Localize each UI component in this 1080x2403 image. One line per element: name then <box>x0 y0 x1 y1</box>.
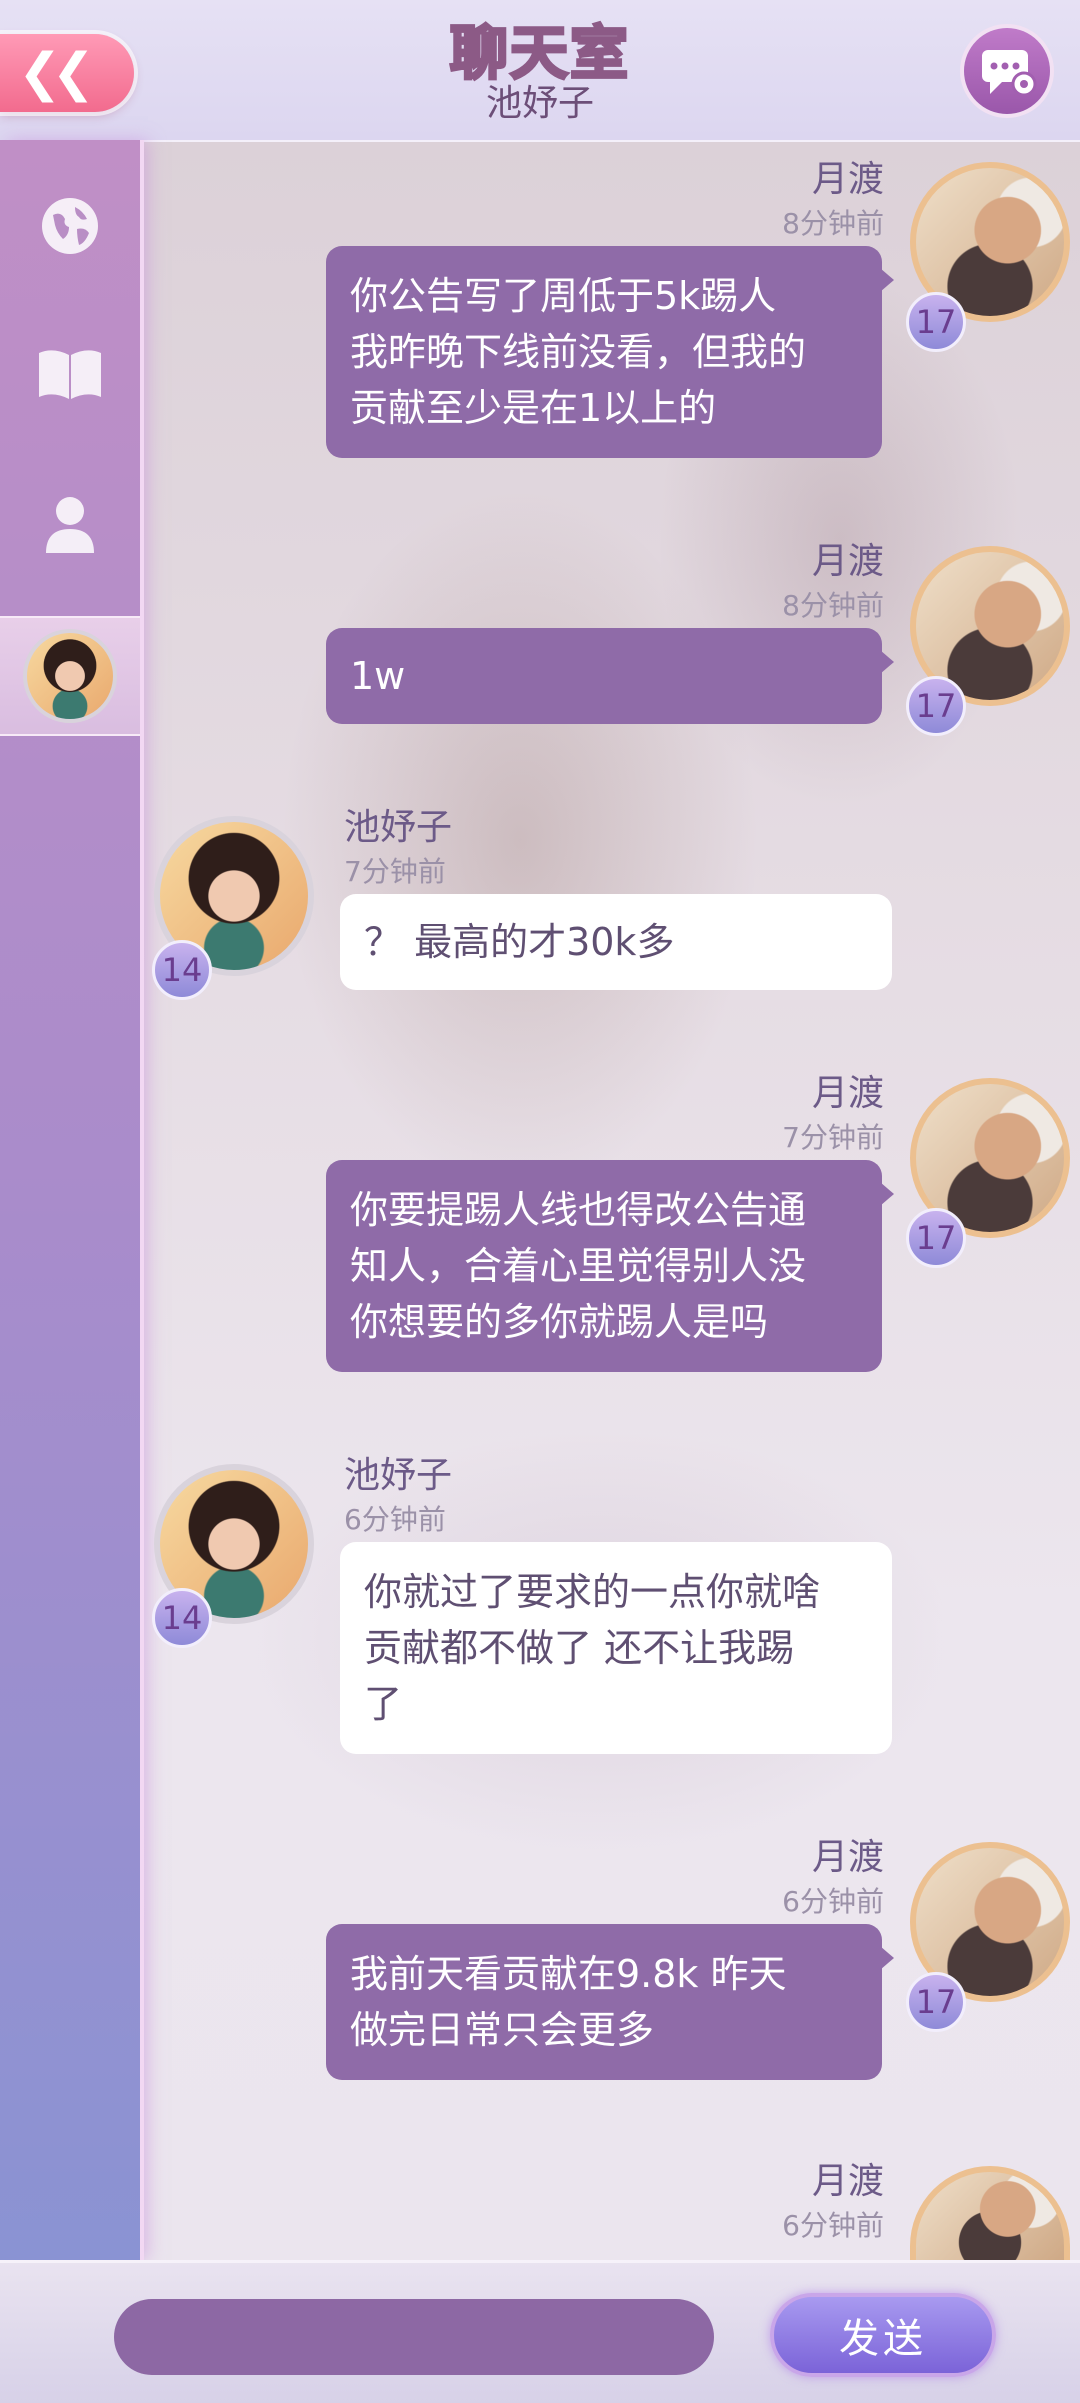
message-bubble[interactable]: 你要提踢人线也得改公告通 知人，合着心里觉得别人没 你想要的多你就踢人是吗 <box>326 1160 894 1372</box>
message-bubble[interactable]: ？ 最高的才30k多 <box>340 894 892 990</box>
message-time: 7分钟前 <box>782 1121 884 1154</box>
sidebar-tab-friends[interactable] <box>0 466 140 582</box>
message-bubble[interactable]: 你公告写了周低于5k踢人 我昨晚下线前没看，但我的 贡献至少是在1以上的 <box>326 246 894 458</box>
level-badge: 17 <box>906 676 966 736</box>
chat-partner-name: 池妤子 <box>485 83 594 124</box>
sender-name: 月渡 <box>811 2161 884 2202</box>
sidebar-tab-world[interactable] <box>0 168 140 284</box>
message-time: 6分钟前 <box>782 1885 884 1918</box>
message-bubble[interactable]: 我前天看贡献在9.8k 昨天 做完日常只会更多 <box>326 1924 894 2080</box>
message-input[interactable] <box>114 2299 714 2375</box>
header: ❮❮ 聊天室 池妤子 <box>0 0 1080 142</box>
level-badge: 14 <box>152 940 212 1000</box>
level-badge: 17 <box>906 292 966 352</box>
chat-settings-button[interactable] <box>964 28 1050 114</box>
sidebar <box>0 140 140 2260</box>
message-time: 6分钟前 <box>344 1503 446 1536</box>
chat-settings-icon <box>982 50 1037 97</box>
book-icon <box>39 350 101 399</box>
message-time: 8分钟前 <box>782 207 884 240</box>
level-badge: 17 <box>906 1208 966 1268</box>
message-time: 8分钟前 <box>782 589 884 622</box>
level-badge: 14 <box>152 1588 212 1648</box>
message-time: 7分钟前 <box>344 855 446 888</box>
message-bubble[interactable]: 你就过了要求的一点你就啥 贡献都不做了 还不让我踢 了 <box>340 1542 892 1754</box>
level-badge: 17 <box>906 1972 966 2032</box>
sender-name: 月渡 <box>811 159 884 200</box>
globe-icon <box>42 198 98 254</box>
sender-name: 池妤子 <box>344 807 453 848</box>
input-bar: 发送 <box>0 2260 1080 2403</box>
message-bubble[interactable]: 1w <box>326 628 894 724</box>
sidebar-tab-private-chat[interactable] <box>0 616 140 736</box>
avatar-icon <box>23 629 117 723</box>
message-time: 6分钟前 <box>782 2209 884 2242</box>
sender-name: 月渡 <box>811 1073 884 1114</box>
sidebar-tab-book[interactable] <box>0 316 140 432</box>
sender-name: 池妤子 <box>344 1455 453 1496</box>
send-button[interactable]: 发送 <box>770 2293 996 2377</box>
sender-name: 月渡 <box>811 541 884 582</box>
person-icon <box>46 497 94 553</box>
sender-name: 月渡 <box>811 1837 884 1878</box>
